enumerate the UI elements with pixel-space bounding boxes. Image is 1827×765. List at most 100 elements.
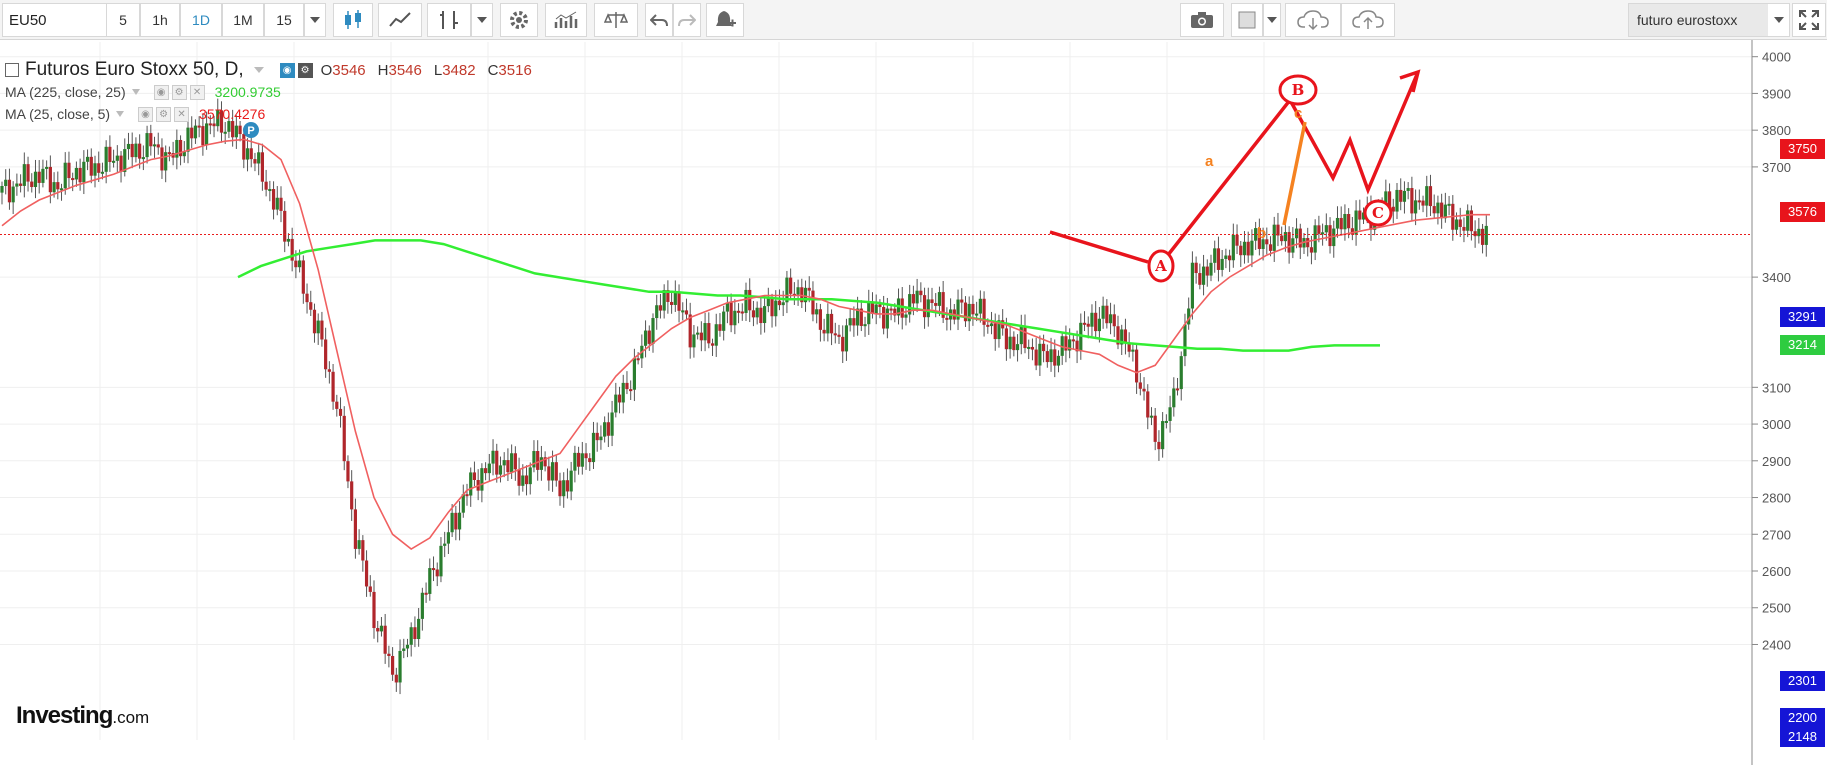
close-icon[interactable]: ✕ bbox=[174, 106, 190, 122]
candle-body bbox=[495, 450, 499, 475]
candle-body bbox=[260, 152, 264, 182]
candle-body bbox=[391, 655, 395, 675]
price-chart[interactable]: 4000 3900 3800 3700 3400 3100 3000 2900 2800 2700… bbox=[0, 0, 1827, 765]
candle-body bbox=[1272, 224, 1276, 251]
candle-body bbox=[621, 382, 625, 403]
candle-body bbox=[833, 333, 837, 336]
candle-body bbox=[647, 330, 651, 344]
candle-body bbox=[922, 295, 927, 318]
candle-body bbox=[837, 334, 841, 337]
candle-body bbox=[751, 310, 756, 318]
candle-body bbox=[1477, 228, 1481, 237]
candle-body bbox=[1242, 241, 1247, 256]
candle-body bbox=[1224, 255, 1228, 259]
price-tick-label: 3700 bbox=[1762, 160, 1791, 175]
visibility-icon[interactable]: ◉ bbox=[138, 106, 154, 122]
candle-body bbox=[919, 290, 923, 296]
price-tick-label: 3100 bbox=[1762, 380, 1791, 395]
candle-body bbox=[286, 238, 291, 242]
candle-body bbox=[30, 181, 34, 188]
close-icon[interactable]: ✕ bbox=[189, 84, 205, 100]
candle-body bbox=[85, 156, 90, 162]
candle-body bbox=[268, 189, 272, 192]
candle-body bbox=[662, 290, 666, 311]
candle-body bbox=[1473, 231, 1477, 237]
candle-body bbox=[394, 674, 398, 683]
candle-body bbox=[45, 166, 49, 169]
candle-body bbox=[264, 181, 268, 190]
candle-body bbox=[141, 157, 145, 160]
price-tick-label: 2700 bbox=[1762, 527, 1791, 542]
candle-body bbox=[993, 323, 997, 340]
candle-body bbox=[1004, 328, 1008, 350]
candle-body bbox=[889, 308, 893, 311]
price-tag: 3291 bbox=[1780, 307, 1825, 328]
chevron-down-icon[interactable] bbox=[114, 110, 126, 118]
candle-body bbox=[74, 167, 78, 180]
settings-icon[interactable]: ⚙ bbox=[171, 84, 187, 100]
settings-icon[interactable]: ⚙ bbox=[297, 62, 313, 78]
chevron-down-icon[interactable] bbox=[130, 88, 142, 96]
ohlc-high: H3546 bbox=[377, 61, 422, 79]
candle-body bbox=[335, 401, 339, 409]
candle-body bbox=[937, 292, 942, 306]
candle-body bbox=[1205, 266, 1209, 276]
candle-body bbox=[696, 332, 700, 335]
candle-body bbox=[606, 422, 610, 436]
candle-body bbox=[655, 305, 659, 319]
candle-body bbox=[562, 480, 566, 497]
candle-body bbox=[1012, 336, 1016, 351]
candle-body bbox=[417, 618, 421, 640]
candle-body bbox=[878, 304, 882, 308]
visibility-icon[interactable]: ◉ bbox=[153, 84, 169, 100]
candle-body bbox=[1239, 245, 1243, 256]
candle-body bbox=[472, 472, 477, 481]
candle-body bbox=[550, 462, 555, 481]
candle-body bbox=[424, 592, 428, 595]
candle-body bbox=[1030, 346, 1035, 350]
candle-body bbox=[223, 131, 227, 134]
candle-body bbox=[699, 332, 703, 341]
collapse-icon[interactable] bbox=[5, 63, 19, 77]
legend-ma25-row: MA (25, close, 5) ◉ ⚙ ✕ 3570.4276 bbox=[5, 106, 265, 122]
candle-body bbox=[238, 125, 242, 135]
candle-body bbox=[212, 123, 216, 127]
candle-body bbox=[1053, 349, 1057, 366]
candle-body bbox=[934, 303, 938, 306]
candle-body bbox=[446, 532, 450, 544]
candle-body bbox=[413, 627, 417, 640]
candle-body bbox=[4, 179, 8, 187]
candle-body bbox=[763, 306, 767, 324]
candle-body bbox=[450, 512, 454, 533]
candle-body bbox=[651, 318, 655, 344]
candle-body bbox=[56, 182, 60, 190]
candle-body bbox=[1454, 219, 1459, 230]
candle-body bbox=[844, 325, 849, 352]
candle-body bbox=[1280, 235, 1284, 242]
candle-body bbox=[298, 260, 302, 268]
candle-body bbox=[357, 540, 361, 549]
candle-body bbox=[1294, 228, 1299, 239]
candle-body bbox=[275, 197, 279, 210]
candle-body bbox=[201, 126, 205, 146]
candle-body bbox=[1480, 228, 1485, 245]
chevron-down-icon[interactable] bbox=[252, 66, 266, 74]
candle-body bbox=[960, 299, 964, 303]
candle-body bbox=[249, 148, 253, 160]
candle-body bbox=[301, 260, 305, 294]
visibility-icon[interactable]: ◉ bbox=[279, 62, 295, 78]
candle-body bbox=[1194, 262, 1198, 274]
price-tag: 2148 bbox=[1780, 727, 1825, 748]
candle-body bbox=[755, 307, 759, 318]
candle-body bbox=[331, 371, 335, 402]
candle-body bbox=[134, 143, 138, 158]
price-tick-label: 3800 bbox=[1762, 123, 1791, 138]
settings-icon[interactable]: ⚙ bbox=[156, 106, 172, 122]
candle-body bbox=[376, 628, 380, 632]
candle-body bbox=[975, 313, 979, 316]
candle-body bbox=[882, 307, 886, 329]
candle-body bbox=[149, 133, 153, 147]
candle-body bbox=[815, 309, 819, 315]
candle-body bbox=[989, 323, 994, 327]
candle-body bbox=[100, 171, 105, 174]
